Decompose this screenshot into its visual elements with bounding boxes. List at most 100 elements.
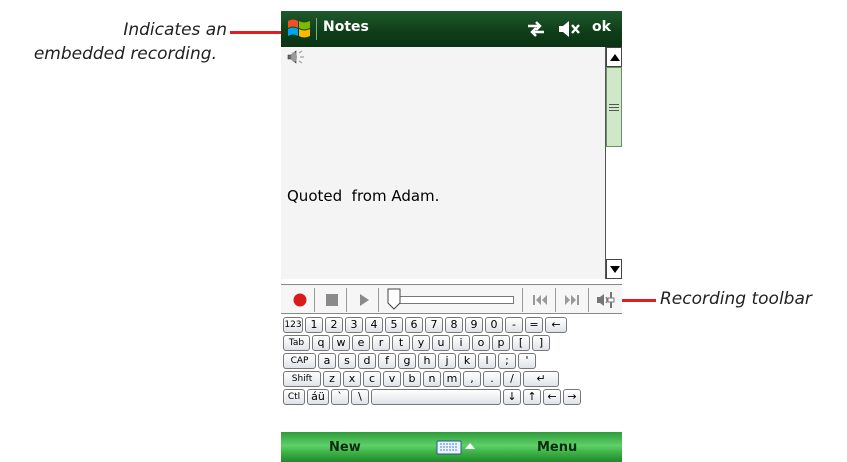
previous-recording-button[interactable] <box>529 289 551 311</box>
key-b[interactable]: b <box>403 371 421 387</box>
callout-embedded-recording-line1: Indicates an <box>123 20 227 40</box>
stop-button[interactable] <box>321 289 343 311</box>
key-4[interactable]: 4 <box>365 317 383 333</box>
key-=[interactable]: = <box>525 317 543 333</box>
toolbar-separator <box>522 288 523 312</box>
key-u[interactable]: u <box>432 335 450 351</box>
scroll-up-button[interactable] <box>606 47 622 67</box>
note-editor[interactable]: Quoted from Adam. <box>281 47 605 279</box>
toolbar-separator <box>314 288 315 312</box>
key-f[interactable]: f <box>378 353 396 369</box>
connectivity-icon[interactable] <box>526 20 546 38</box>
title-separator <box>316 18 317 40</box>
key-6[interactable]: 6 <box>405 317 423 333</box>
device-screen: Notes ok Quoted from Adam. 123 1 2 3 4 5… <box>281 11 622 462</box>
keyboard-input-icon[interactable] <box>435 438 477 456</box>
key-g[interactable]: g <box>398 353 416 369</box>
arrow-down-icon <box>610 266 620 273</box>
key-7[interactable]: 7 <box>425 317 443 333</box>
key-'[interactable]: ' <box>518 353 536 369</box>
scroll-thumb[interactable] <box>606 67 622 147</box>
key-w[interactable]: w <box>332 335 350 351</box>
key-123[interactable]: 123 <box>283 317 303 333</box>
app-title: Notes <box>323 19 369 35</box>
arrow-up-key[interactable]: ↑ <box>523 389 541 405</box>
key-x[interactable]: x <box>343 371 361 387</box>
key-Ctl[interactable]: Ctl <box>283 389 305 405</box>
key-][interactable]: ] <box>532 335 550 351</box>
next-recording-button[interactable] <box>561 289 583 311</box>
new-softkey[interactable]: New <box>329 440 361 455</box>
key-a[interactable]: a <box>318 353 336 369</box>
key-0[interactable]: 0 <box>485 317 503 333</box>
key-d[interactable]: d <box>358 353 376 369</box>
recording-icon[interactable] <box>285 48 307 66</box>
slider-thumb[interactable] <box>387 288 401 310</box>
playback-position-slider[interactable] <box>391 296 514 304</box>
toolbar-separator <box>588 288 589 312</box>
key-Tab[interactable]: Tab <box>283 335 310 351</box>
key-Shift[interactable]: Shift <box>283 371 321 387</box>
key-1[interactable]: 1 <box>305 317 323 333</box>
key-2[interactable]: 2 <box>325 317 343 333</box>
speaker-volume-icon[interactable] <box>595 289 617 311</box>
toolbar-separator <box>555 288 556 312</box>
key-t[interactable]: t <box>392 335 410 351</box>
key-c[interactable]: c <box>363 371 381 387</box>
play-button[interactable] <box>353 289 375 311</box>
key-[[interactable]: [ <box>512 335 530 351</box>
backspace-key[interactable]: ← <box>545 317 567 333</box>
key-\[interactable]: \ <box>351 389 369 405</box>
arrow-left-key[interactable]: ← <box>543 389 561 405</box>
key--[interactable]: - <box>505 317 523 333</box>
key-5[interactable]: 5 <box>385 317 403 333</box>
windows-start-icon[interactable] <box>285 15 313 43</box>
key-k[interactable]: k <box>458 353 476 369</box>
key-3[interactable]: 3 <box>345 317 363 333</box>
callout-embedded-recording-line2: embedded recording. <box>33 44 217 64</box>
arrow-down-key[interactable]: ↓ <box>503 389 521 405</box>
arrow-right-key[interactable]: → <box>563 389 581 405</box>
toolbar-separator <box>346 288 347 312</box>
record-button[interactable] <box>289 289 311 311</box>
key-;[interactable]: ; <box>498 353 516 369</box>
toolbar-separator <box>378 288 379 312</box>
key-o[interactable]: o <box>472 335 490 351</box>
key-CAP[interactable]: CAP <box>283 353 316 369</box>
key-j[interactable]: j <box>438 353 456 369</box>
key-z[interactable]: z <box>323 371 341 387</box>
key-p[interactable]: p <box>492 335 510 351</box>
key-v[interactable]: v <box>383 371 401 387</box>
key-q[interactable]: q <box>312 335 330 351</box>
enter-key[interactable]: ↵ <box>523 371 559 387</box>
recording-toolbar <box>281 284 622 314</box>
key-y[interactable]: y <box>412 335 430 351</box>
softkey-bar: New Menu <box>281 432 622 462</box>
arrow-up-icon <box>610 54 620 61</box>
vertical-scrollbar[interactable] <box>605 47 622 279</box>
volume-muted-icon[interactable] <box>557 20 581 38</box>
callout-line-left <box>230 31 282 34</box>
callout-recording-toolbar: Recording toolbar <box>660 289 812 309</box>
key-/[interactable]: / <box>503 371 521 387</box>
callout-line-right <box>621 299 656 302</box>
key-i[interactable]: i <box>452 335 470 351</box>
scroll-down-button[interactable] <box>606 259 622 279</box>
key-.[interactable]: . <box>483 371 501 387</box>
space-key[interactable] <box>371 389 501 405</box>
menu-softkey[interactable]: Menu <box>537 440 577 455</box>
key-e[interactable]: e <box>352 335 370 351</box>
key-9[interactable]: 9 <box>465 317 483 333</box>
key-`[interactable]: ` <box>331 389 349 405</box>
on-screen-keyboard: 123 1 2 3 4 5 6 7 8 9 0- = ← Tab q w e r t y u i o p[] CAP a s d f… <box>281 317 622 430</box>
key-n[interactable]: n <box>423 371 441 387</box>
key-áü[interactable]: áü <box>307 389 329 405</box>
key-s[interactable]: s <box>338 353 356 369</box>
key-,[interactable]: , <box>463 371 481 387</box>
key-m[interactable]: m <box>443 371 461 387</box>
key-8[interactable]: 8 <box>445 317 463 333</box>
key-h[interactable]: h <box>418 353 436 369</box>
key-l[interactable]: l <box>478 353 496 369</box>
key-r[interactable]: r <box>372 335 390 351</box>
ok-button[interactable]: ok <box>592 19 611 35</box>
